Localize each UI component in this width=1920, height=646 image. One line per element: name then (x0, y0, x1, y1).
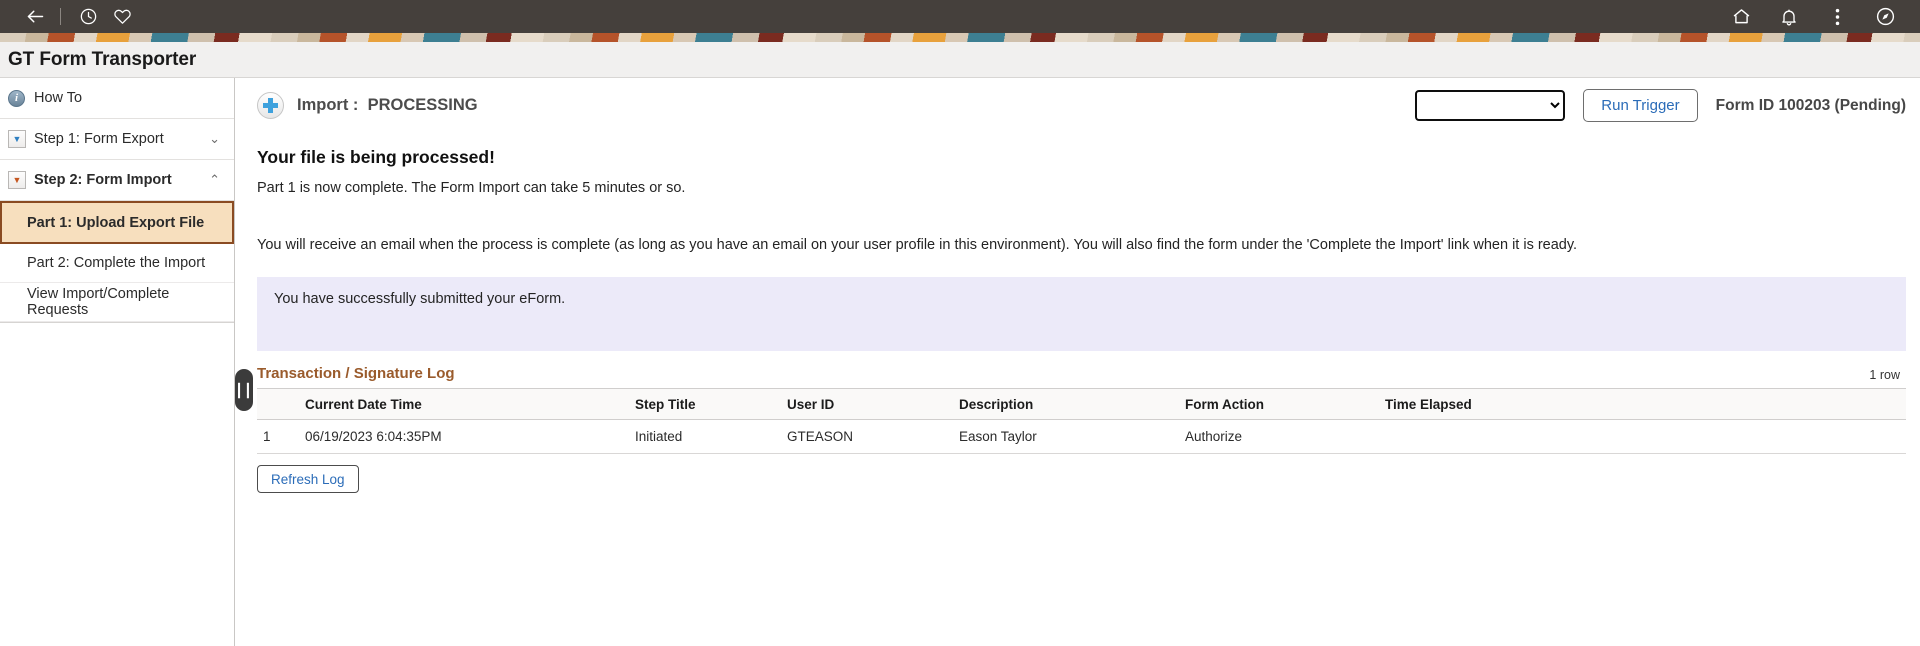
sidebar-subitem-view-import-complete-requests[interactable]: View Import/Complete Requests (0, 283, 234, 322)
plus-circle-icon[interactable] (257, 92, 284, 119)
chevron-down-icon: ⌄ (209, 131, 220, 146)
import-status: PROCESSING (367, 96, 478, 114)
kebab-menu-icon[interactable] (1824, 0, 1850, 33)
global-top-bar (0, 0, 1920, 33)
sidebar-empty-area (0, 322, 234, 646)
table-body: 1 06/19/2023 6:04:35PM Initiated GTEASON… (257, 419, 1906, 455)
refresh-log-button[interactable]: Refresh Log (257, 465, 359, 494)
clock-icon[interactable] (71, 0, 105, 33)
run-trigger-button[interactable]: Run Trigger (1583, 89, 1698, 122)
transaction-log-header-row: Transaction / Signature Log 1 row (257, 365, 1906, 382)
home-icon[interactable] (1728, 0, 1754, 33)
sidebar-item-label: How To (34, 90, 83, 106)
content-body: Your file is being processed! Part 1 is … (235, 147, 1920, 494)
sidebar-subitem-label: Part 2: Complete the Import (27, 255, 206, 271)
sidebar-subitem-label: View Import/Complete Requests (27, 286, 170, 318)
sidebar-subitem-label: Part 1: Upload Export File (27, 214, 205, 231)
collapsed-section-icon: ▼ (8, 130, 34, 148)
sidebar-item-how-to[interactable]: i How To (0, 78, 234, 119)
processing-paragraph-2: You will receive an email when the proce… (257, 236, 1578, 253)
info-icon: i (8, 89, 34, 107)
cell-form-action: Authorize (1179, 419, 1379, 455)
sidebar-item-label: Step 2: Form Import (34, 172, 172, 188)
cell-step-title: Initiated (629, 419, 781, 455)
sidebar-item-step-2-form-import[interactable]: ▼ Step 2: Form Import ⌃ (0, 160, 234, 201)
app-title-bar: GT Form Transporter (0, 42, 1920, 78)
column-header-user-id[interactable]: User ID (781, 388, 953, 421)
content-header: Import : PROCESSING Run Trigger Form ID … (235, 78, 1920, 133)
column-header-time-elapsed[interactable]: Time Elapsed (1379, 388, 1906, 421)
success-message-box: You have successfully submitted your eFo… (257, 277, 1906, 352)
bell-icon[interactable] (1776, 0, 1802, 33)
row-count-label: 1 row (1869, 368, 1900, 383)
main-content: Import : PROCESSING Run Trigger Form ID … (235, 78, 1920, 646)
collapse-panel-handle-icon[interactable]: ┃┃ (235, 369, 253, 412)
cell-index: 1 (257, 419, 299, 455)
table-header-row: Current Date Time Step Title User ID Des… (257, 388, 1906, 421)
top-bar-right-group (1728, 0, 1898, 33)
sidebar-item-label: Step 1: Form Export (34, 131, 164, 147)
page-title: GT Form Transporter (8, 48, 197, 70)
success-message-text: You have successfully submitted your eFo… (274, 291, 566, 308)
decorative-banner-stripe (0, 33, 1920, 42)
table-header: Current Date Time Step Title User ID Des… (257, 388, 1906, 421)
column-header-index[interactable] (257, 388, 299, 421)
cell-current-date-time: 06/19/2023 6:04:35PM (299, 419, 629, 455)
column-header-current-date-time[interactable]: Current Date Time (299, 388, 629, 421)
processing-heading: Your file is being processed! (257, 147, 495, 167)
cell-time-elapsed (1379, 419, 1906, 455)
chevron-up-icon: ⌃ (209, 172, 220, 187)
table-row: 1 06/19/2023 6:04:35PM Initiated GTEASON… (257, 419, 1906, 455)
import-heading: Import : PROCESSING (297, 96, 478, 115)
sidebar-subitem-part-2-complete-the-import[interactable]: Part 2: Complete the Import (0, 244, 234, 283)
transaction-log-table: Current Date Time Step Title User ID Des… (257, 388, 1906, 455)
cell-description: Eason Taylor (953, 419, 1179, 455)
top-bar-left-group (18, 0, 139, 33)
cell-user-id: GTEASON (781, 419, 953, 455)
transaction-log-title: Transaction / Signature Log (257, 365, 455, 383)
processing-paragraph-1: Part 1 is now complete. The Form Import … (257, 180, 686, 196)
sidebar: i How To ▼ Step 1: Form Export ⌄ ▼ Step … (0, 78, 235, 646)
column-header-description[interactable]: Description (953, 388, 1179, 421)
column-header-step-title[interactable]: Step Title (629, 388, 781, 421)
content-header-controls: Run Trigger Form ID 100203 (Pending) (1415, 89, 1906, 122)
back-arrow-icon[interactable] (18, 0, 52, 33)
column-header-form-action[interactable]: Form Action (1179, 388, 1379, 421)
top-bar-divider (60, 8, 61, 25)
heart-icon[interactable] (105, 0, 139, 33)
sidebar-item-step-1-form-export[interactable]: ▼ Step 1: Form Export ⌄ (0, 119, 234, 160)
transaction-log-section: ┃┃ Transaction / Signature Log 1 row Cur… (235, 365, 1906, 494)
trigger-select[interactable] (1415, 90, 1566, 121)
sidebar-subitem-part-1-upload-export-file[interactable]: Part 1: Upload Export File (0, 201, 234, 244)
form-id-label: Form ID 100203 (Pending) (1715, 96, 1906, 114)
import-label: Import : (297, 96, 359, 114)
page-shell: i How To ▼ Step 1: Form Export ⌄ ▼ Step … (0, 78, 1920, 646)
expanded-section-icon: ▼ (8, 171, 34, 189)
compass-icon[interactable] (1872, 0, 1898, 33)
